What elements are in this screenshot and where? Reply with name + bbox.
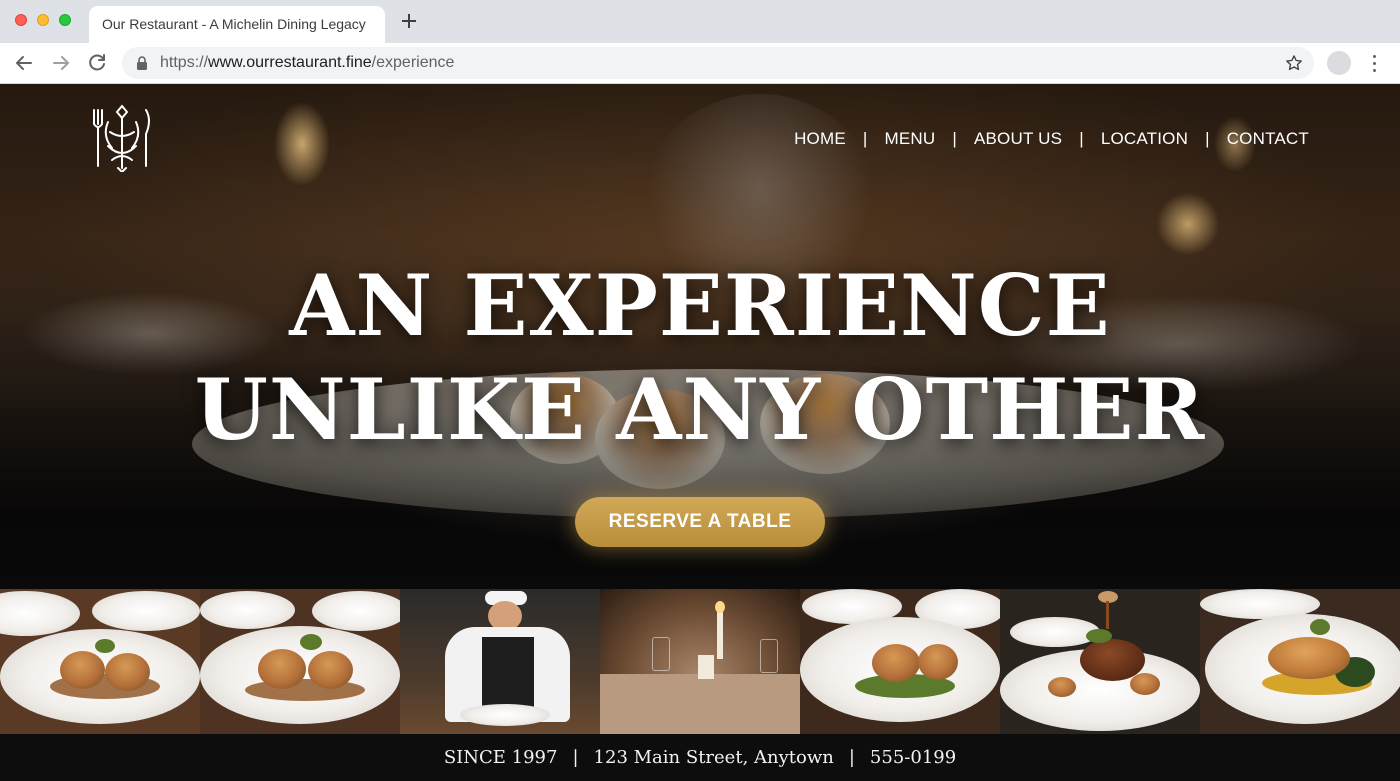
url-host: www.ourrestaurant.fine	[208, 54, 372, 71]
gallery-image-steak[interactable]	[1000, 589, 1200, 734]
nav-location[interactable]: LOCATION	[1101, 129, 1188, 149]
url-path: /experience	[371, 54, 455, 71]
nav-separator: |	[952, 129, 957, 148]
menu-kebab-icon[interactable]	[1366, 52, 1382, 74]
browser-tab-strip: Our Restaurant - A Michelin Dining Legac…	[0, 0, 1400, 43]
gallery-image-scallops[interactable]	[800, 589, 1000, 734]
nav-menu[interactable]: MENU	[885, 129, 936, 149]
lock-icon	[137, 56, 147, 70]
nav-home[interactable]: HOME	[794, 129, 846, 149]
maximize-window-button[interactable]	[59, 14, 71, 26]
browser-toolbar: https://www.ourrestaurant.fine/experienc…	[0, 43, 1400, 84]
nav-separator: |	[1205, 129, 1210, 148]
minimize-window-button[interactable]	[37, 14, 49, 26]
nav-separator: |	[862, 129, 868, 148]
back-arrow-icon[interactable]	[12, 51, 36, 75]
url-scheme: https://	[160, 54, 209, 71]
hero-section: HOME | MENU | ABOUT US | LOCATION | CONT…	[0, 84, 1400, 589]
reserve-table-button[interactable]: RESERVE A TABLE	[575, 497, 825, 547]
hero-headline-line1: AN EXPERIENCE	[289, 256, 1111, 355]
url-text: https://www.ourrestaurant.fine/experienc…	[160, 54, 454, 72]
tab-title: Our Restaurant - A Michelin Dining Legac…	[102, 16, 366, 32]
info-footer: SINCE 1997 | 123 Main Street, Anytown | …	[0, 734, 1400, 781]
phone-text[interactable]: 555-0199	[870, 747, 956, 768]
footer-separator: |	[848, 747, 855, 768]
address-bar[interactable]: https://www.ourrestaurant.fine/experienc…	[122, 47, 1314, 79]
page-viewport: HOME | MENU | ABOUT US | LOCATION | CONT…	[0, 84, 1400, 781]
since-text: SINCE 1997	[443, 747, 558, 768]
nav-contact[interactable]: CONTACT	[1227, 129, 1309, 149]
gallery-image-fish[interactable]	[1200, 589, 1400, 734]
browser-tab[interactable]: Our Restaurant - A Michelin Dining Legac…	[89, 6, 385, 43]
address-text: 123 Main Street, Anytown	[593, 747, 834, 768]
star-icon[interactable]	[1284, 53, 1304, 73]
nav-about-us[interactable]: ABOUT US	[974, 129, 1062, 149]
close-window-button[interactable]	[15, 14, 27, 26]
gallery-image-scallops[interactable]	[0, 589, 200, 734]
photo-gallery	[0, 589, 1400, 734]
gallery-image-candlelit-table[interactable]	[600, 589, 800, 734]
reload-icon[interactable]	[85, 51, 109, 75]
gallery-image-scallops[interactable]	[200, 589, 400, 734]
new-tab-icon[interactable]	[398, 10, 420, 32]
hero-headline-line2: UNLIKE ANY OTHER	[194, 360, 1206, 459]
forward-arrow-icon[interactable]	[49, 51, 73, 75]
nav-separator: |	[1079, 129, 1084, 148]
restaurant-logo-icon[interactable]	[88, 102, 156, 172]
profile-icon[interactable]	[1327, 51, 1351, 75]
footer-separator: |	[572, 747, 579, 768]
gallery-image-chef[interactable]	[400, 589, 600, 734]
main-navigation: HOME | MENU | ABOUT US | LOCATION | CONT…	[794, 128, 1309, 150]
